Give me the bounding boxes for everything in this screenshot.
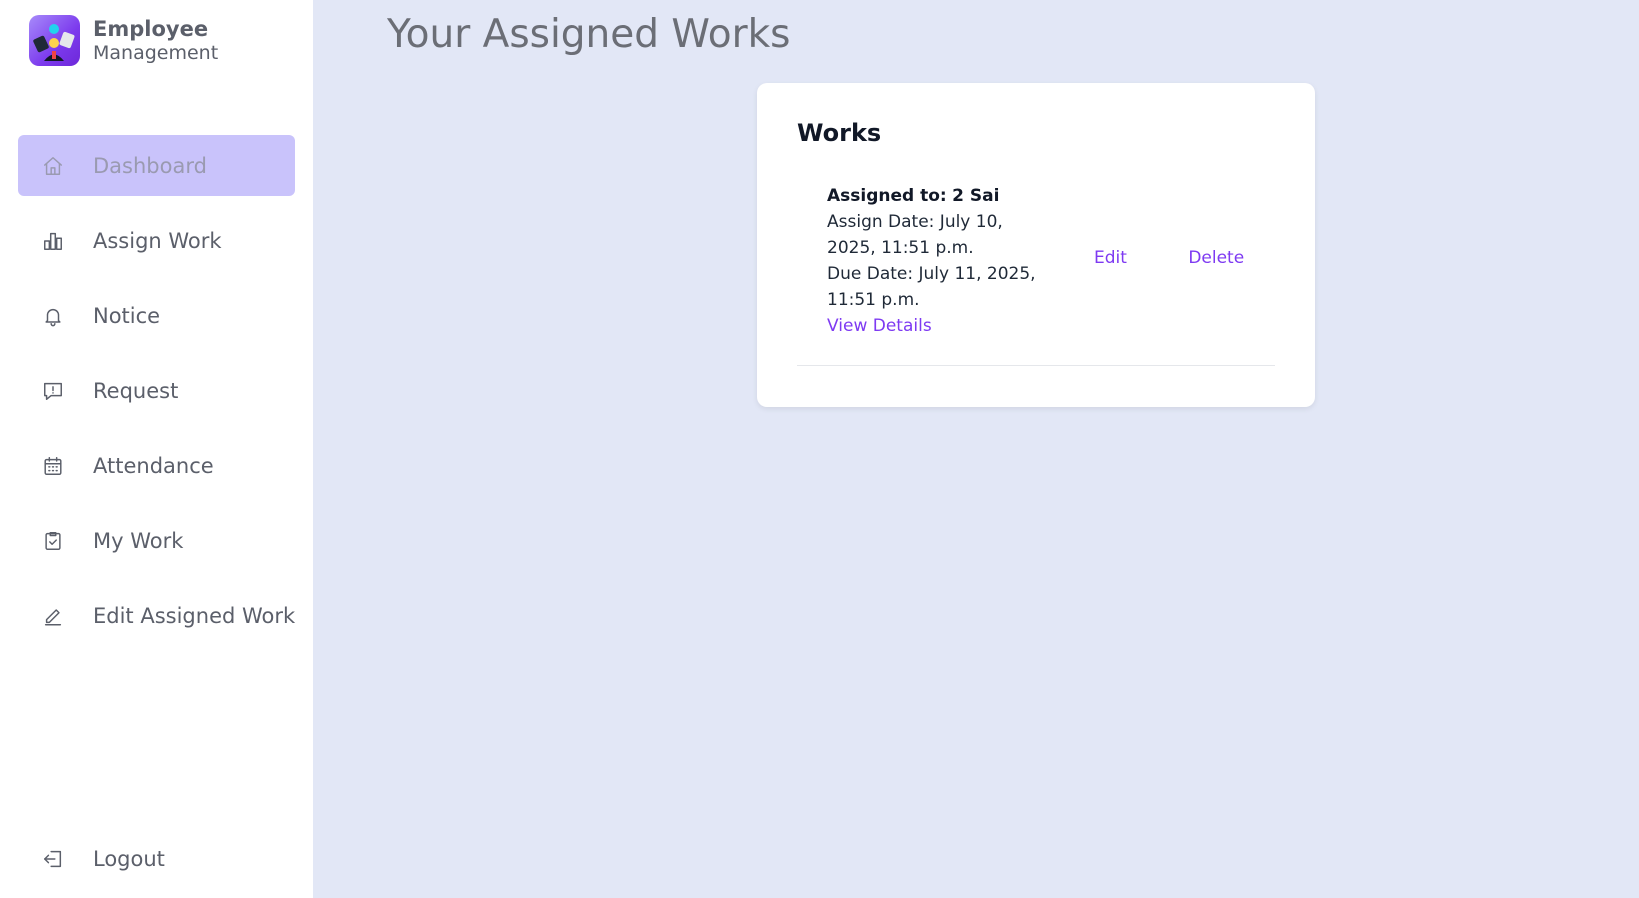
work-actions: Edit Delete: [1094, 248, 1244, 268]
sidebar-item-label: Request: [93, 378, 179, 403]
brand-title: Employee: [93, 16, 209, 41]
due-date: Due Date: July 11, 2025, 11:51 p.m.: [827, 264, 1036, 310]
bell-icon: [42, 305, 64, 327]
divider: [797, 365, 1275, 366]
sidebar-item-attendance[interactable]: Attendance: [18, 435, 295, 496]
clipboard-check-icon: [42, 530, 64, 552]
sidebar-item-notice[interactable]: Notice: [18, 285, 295, 346]
pencil-icon: [42, 605, 64, 627]
sidebar-item-label: Attendance: [93, 453, 214, 478]
sidebar-item-label: Dashboard: [93, 153, 207, 178]
view-details-link[interactable]: View Details: [827, 316, 932, 336]
bar-chart-icon: [42, 230, 64, 252]
sidebar-item-request[interactable]: Request: [18, 360, 295, 421]
logout-button[interactable]: Logout: [18, 828, 295, 889]
works-card: Works Assigned to: 2 Sai Assign Date: Ju…: [757, 83, 1315, 407]
logout-icon: [42, 848, 64, 870]
brand-subtitle: Management: [93, 41, 219, 64]
assigned-to-line: Assigned to: 2 Sai: [827, 183, 1037, 209]
assigned-name: 2 Sai: [952, 186, 1000, 206]
brand[interactable]: Employee Management: [29, 15, 218, 66]
sidebar-item-label: My Work: [93, 528, 184, 553]
page-title: Your Assigned Works: [387, 12, 791, 57]
sidebar-item-label: Assign Work: [93, 228, 222, 253]
card-title: Works: [797, 119, 882, 147]
assigned-label: Assigned to:: [827, 186, 947, 206]
message-alert-icon: [42, 380, 64, 402]
calendar-icon: [42, 455, 64, 477]
sidebar-item-assign-work[interactable]: Assign Work: [18, 210, 295, 271]
work-info: Assigned to: 2 Sai Assign Date: July 10,…: [827, 183, 1037, 339]
work-list-item: Assigned to: 2 Sai Assign Date: July 10,…: [797, 183, 1275, 450]
edit-link[interactable]: Edit: [1094, 248, 1127, 268]
app-logo-icon: [29, 15, 80, 66]
sidebar-item-label: Edit Assigned Work: [93, 603, 296, 628]
sidebar: Employee Management Dashboard Assign Wor…: [0, 0, 313, 898]
sidebar-nav: Dashboard Assign Work Notice Request Att…: [18, 135, 295, 660]
home-icon: [42, 155, 64, 177]
sidebar-item-edit-assigned-work[interactable]: Edit Assigned Work: [18, 585, 295, 646]
assign-date: Assign Date: July 10, 2025, 11:51 p.m.: [827, 212, 1003, 258]
sidebar-item-dashboard[interactable]: Dashboard: [18, 135, 295, 196]
logout-label: Logout: [93, 846, 165, 871]
delete-link[interactable]: Delete: [1188, 248, 1244, 268]
sidebar-item-label: Notice: [93, 303, 161, 328]
sidebar-item-my-work[interactable]: My Work: [18, 510, 295, 571]
